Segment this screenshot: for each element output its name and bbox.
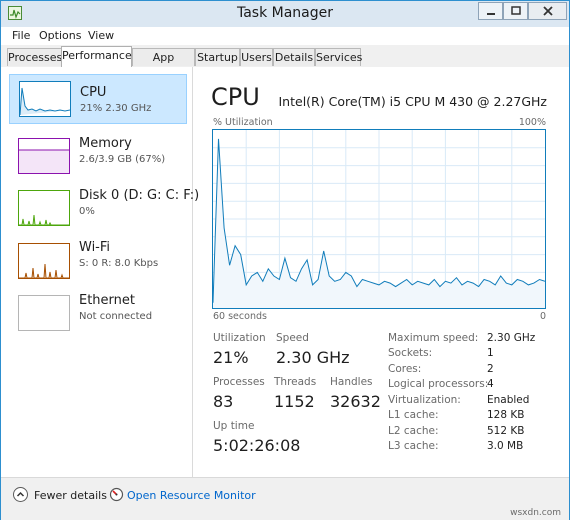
cpu-details-pane: CPU Intel(R) Core(TM) i5 CPU M 430 @ 2.2… bbox=[201, 67, 561, 477]
resource-disk[interactable]: Disk 0 (D: G: C: F:) 0% bbox=[9, 185, 199, 235]
resource-detail: 0% bbox=[79, 206, 95, 217]
tab-bar: Processes Performance App history Startu… bbox=[1, 45, 569, 81]
task-manager-window: Task Manager File Options View Processes… bbox=[0, 0, 570, 520]
footer-bar: Fewer details Open Resource Monitor wsxd… bbox=[1, 477, 569, 520]
open-resource-monitor-link[interactable]: Open Resource Monitor bbox=[127, 489, 256, 502]
resource-detail: 21% 2.30 GHz bbox=[80, 103, 152, 114]
minimize-button[interactable] bbox=[478, 2, 503, 20]
speed-label: Speed bbox=[276, 332, 309, 344]
speed-value: 2.30 GHz bbox=[276, 348, 350, 367]
spec-label: L3 cache: bbox=[388, 440, 439, 452]
resource-cpu[interactable]: CPU 21% 2.30 GHz bbox=[9, 74, 187, 124]
spec-value: 3.0 MB bbox=[487, 440, 524, 452]
resource-name: Wi-Fi bbox=[79, 240, 111, 255]
utilization-label: Utilization bbox=[213, 332, 266, 344]
resource-memory[interactable]: Memory 2.6/3.9 GB (67%) bbox=[9, 133, 187, 183]
maximize-button[interactable] bbox=[503, 2, 528, 20]
threads-value: 1152 bbox=[274, 392, 315, 411]
resource-ethernet[interactable]: Ethernet Not connected bbox=[9, 291, 187, 341]
resource-name: Ethernet bbox=[79, 293, 135, 308]
memory-thumbnail-graph bbox=[18, 138, 70, 174]
resource-detail: S: 0 R: 8.0 Kbps bbox=[79, 258, 159, 269]
resource-list: CPU 21% 2.30 GHz Memory 2.6/3.9 GB (67%)… bbox=[1, 67, 199, 477]
spec-label: Sockets: bbox=[388, 347, 433, 359]
resource-wifi[interactable]: Wi-Fi S: 0 R: 8.0 Kbps bbox=[9, 238, 187, 288]
cpu-thumbnail-graph bbox=[19, 81, 71, 117]
page-title: CPU bbox=[211, 83, 260, 111]
spec-value: Enabled bbox=[487, 394, 530, 406]
processes-label: Processes bbox=[213, 376, 265, 388]
y-axis-max-label: 100% bbox=[518, 117, 546, 128]
cpu-model: Intel(R) Core(TM) i5 CPU M 430 @ 2.27GHz bbox=[278, 94, 548, 109]
x-axis-left-label: 60 seconds bbox=[213, 311, 267, 322]
spec-value: 512 KB bbox=[487, 425, 525, 437]
handles-value: 32632 bbox=[330, 392, 381, 411]
threads-label: Threads bbox=[274, 376, 317, 388]
tab-performance[interactable]: Performance bbox=[61, 46, 132, 68]
chevron-up-icon[interactable] bbox=[13, 487, 28, 502]
tab-processes[interactable]: Processes bbox=[7, 48, 62, 66]
spec-label: Logical processors: bbox=[388, 378, 489, 390]
tab-startup[interactable]: Startup bbox=[195, 48, 240, 66]
resource-name: CPU bbox=[80, 85, 107, 100]
resource-name: Memory bbox=[79, 136, 132, 151]
ethernet-thumbnail-graph bbox=[18, 295, 70, 331]
resource-detail: 2.6/3.9 GB (67%) bbox=[79, 154, 166, 165]
menu-view[interactable]: View bbox=[88, 29, 114, 42]
handles-label: Handles bbox=[330, 376, 373, 388]
y-axis-label: % Utilization bbox=[213, 117, 273, 128]
tab-users[interactable]: Users bbox=[240, 48, 273, 66]
cpu-utilization-graph bbox=[212, 129, 546, 309]
spec-label: L2 cache: bbox=[388, 425, 439, 437]
spec-value: 128 KB bbox=[487, 409, 525, 421]
title-bar[interactable]: Task Manager bbox=[1, 1, 569, 27]
spec-label: Maximum speed: bbox=[388, 332, 479, 344]
menu-file[interactable]: File bbox=[12, 29, 30, 42]
x-axis-right-label: 0 bbox=[539, 311, 546, 322]
processes-value: 83 bbox=[213, 392, 234, 411]
fewer-details-button[interactable]: Fewer details bbox=[34, 489, 107, 502]
tab-services[interactable]: Services bbox=[315, 48, 362, 66]
uptime-value: 5:02:26:08 bbox=[213, 436, 301, 455]
disk-thumbnail-graph bbox=[18, 190, 70, 226]
spec-value: 1 bbox=[487, 347, 494, 359]
spec-value: 4 bbox=[487, 378, 494, 390]
spec-value: 2.30 GHz bbox=[487, 332, 536, 344]
spec-label: L1 cache: bbox=[388, 409, 439, 421]
utilization-value: 21% bbox=[213, 348, 249, 367]
tab-details[interactable]: Details bbox=[273, 48, 315, 66]
tab-app-history[interactable]: App history bbox=[132, 48, 195, 81]
performance-content: CPU 21% 2.30 GHz Memory 2.6/3.9 GB (67%)… bbox=[1, 67, 569, 477]
spec-label: Virtualization: bbox=[388, 394, 461, 406]
menu-options[interactable]: Options bbox=[39, 29, 81, 42]
resource-name: Disk 0 (D: G: C: F:) bbox=[79, 188, 200, 203]
watermark: wsxdn.com bbox=[510, 508, 561, 518]
cpu-chart-svg bbox=[212, 130, 546, 308]
spec-value: 2 bbox=[487, 363, 494, 375]
close-button[interactable] bbox=[528, 2, 567, 20]
uptime-label: Up time bbox=[213, 420, 255, 432]
resource-detail: Not connected bbox=[79, 311, 153, 322]
resource-monitor-icon bbox=[109, 487, 124, 502]
wifi-thumbnail-graph bbox=[18, 243, 70, 279]
menu-bar: File Options View bbox=[1, 27, 569, 45]
spec-label: Cores: bbox=[388, 363, 422, 375]
